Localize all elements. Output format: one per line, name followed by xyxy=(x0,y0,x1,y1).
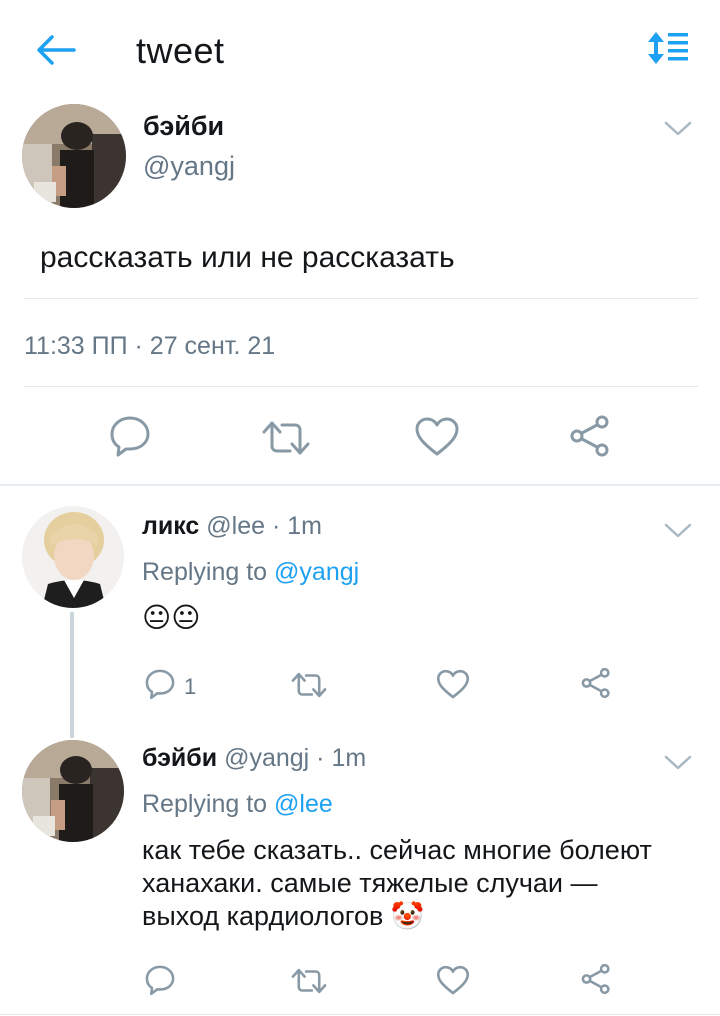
avatar[interactable] xyxy=(22,104,126,208)
reply-icon[interactable] xyxy=(144,964,176,996)
reply-text: 😐😐 xyxy=(142,602,201,633)
retweet-icon[interactable] xyxy=(290,966,328,996)
replying-to-label: Replying to xyxy=(142,790,268,818)
tweet-text: рассказать или не рассказать xyxy=(40,241,455,274)
reply-header: ликс @lee · 1m xyxy=(142,512,322,541)
reply-icon[interactable] xyxy=(108,414,152,458)
reply-text-line: как тебе сказать.. сейчас многие болеют xyxy=(142,835,652,865)
chevron-down-icon[interactable] xyxy=(664,754,692,772)
reply-time: · 1m xyxy=(316,744,367,772)
reply-author-name[interactable]: бэйби xyxy=(142,744,217,772)
reply-author-handle[interactable]: @yangj xyxy=(224,744,309,772)
replying-to: Replying to @lee xyxy=(142,790,333,819)
replying-to-handle[interactable]: @lee xyxy=(274,790,333,818)
section-divider xyxy=(0,484,720,486)
thread-line xyxy=(70,612,74,738)
divider xyxy=(24,298,698,299)
reply-author-name[interactable]: ликс xyxy=(142,512,199,540)
reply-icon[interactable] xyxy=(144,668,176,700)
back-arrow-icon[interactable] xyxy=(34,32,78,68)
reply-text-line: ханахаки. самые тяжелые случаи — xyxy=(142,868,598,898)
sort-icon[interactable] xyxy=(646,30,692,66)
reply-author-handle[interactable]: @lee xyxy=(206,512,265,540)
author-name[interactable]: бэйби xyxy=(143,111,224,142)
share-icon[interactable] xyxy=(580,963,612,995)
chevron-down-icon[interactable] xyxy=(664,120,692,138)
reply-count: 1 xyxy=(184,674,197,699)
like-icon[interactable] xyxy=(436,965,470,996)
share-icon[interactable] xyxy=(580,667,612,699)
chevron-down-icon[interactable] xyxy=(664,522,692,540)
author-handle[interactable]: @yangj xyxy=(143,151,235,182)
replying-to-label: Replying to xyxy=(142,558,268,586)
reply-text-line: выход кардиологов 🤡 xyxy=(142,901,425,931)
retweet-icon[interactable] xyxy=(290,670,328,700)
tweet-timestamp: 11:33 ПП · 27 сент. 21 xyxy=(24,332,276,360)
replying-to-handle[interactable]: @yangj xyxy=(274,558,359,586)
divider xyxy=(0,1014,720,1015)
replying-to: Replying to @yangj xyxy=(142,558,359,587)
divider xyxy=(24,386,698,387)
avatar[interactable] xyxy=(22,740,124,842)
share-icon[interactable] xyxy=(568,414,612,458)
reply-time: · 1m xyxy=(272,512,322,540)
like-icon[interactable] xyxy=(436,669,470,700)
avatar[interactable] xyxy=(22,506,124,608)
retweet-icon[interactable] xyxy=(260,418,312,458)
like-icon[interactable] xyxy=(414,416,460,458)
page-title: tweet xyxy=(136,30,225,71)
reply-header: бэйби @yangj · 1m xyxy=(142,744,366,773)
